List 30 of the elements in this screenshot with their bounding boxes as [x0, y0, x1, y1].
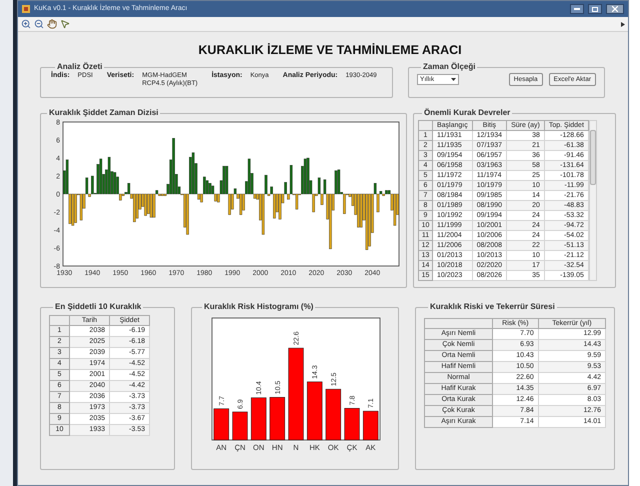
zoom-in-icon[interactable]: [21, 19, 31, 29]
group-title: Önemli Kurak Devreler: [423, 108, 512, 118]
pointer-icon[interactable]: [60, 19, 70, 29]
zoom-out-icon[interactable]: [34, 19, 44, 29]
minimize-button[interactable]: [570, 4, 584, 14]
group-title: Analiz Özeti: [56, 62, 104, 71]
group-title: En Şiddetli 10 Kuraklık: [54, 302, 142, 312]
group-title: Kuraklık Şiddet Zaman Dizisi: [48, 108, 160, 118]
minimize-icon: [574, 8, 580, 10]
chart-bar: [326, 388, 342, 440]
chart-bar: [270, 397, 286, 440]
close-button[interactable]: [606, 4, 624, 14]
close-icon: [612, 6, 618, 12]
group-title: Zaman Ölçeği: [422, 62, 476, 72]
app-icon: [22, 5, 30, 13]
chart-bar: [214, 408, 230, 440]
chart-bar: [306, 382, 322, 440]
group-title: Kuraklık Risk Histogramı (%): [203, 302, 314, 312]
chart-bar: [362, 410, 378, 440]
scroll-thumb[interactable]: [590, 130, 596, 185]
maximize-icon: [592, 6, 598, 12]
hand-icon[interactable]: [47, 19, 57, 29]
page-heading: KURAKLIK İZLEME VE TAHMİNLEME ARACI: [198, 42, 462, 58]
arrow-icon[interactable]: [621, 22, 625, 26]
chart-bar: [250, 397, 266, 440]
maximize-button[interactable]: [588, 4, 602, 14]
caret-icon: [451, 78, 456, 81]
chart-bar: [344, 408, 360, 440]
group-title: Kuraklık Riski ve Tekerrür Süresi: [429, 302, 556, 312]
chart-bar: [232, 412, 248, 440]
